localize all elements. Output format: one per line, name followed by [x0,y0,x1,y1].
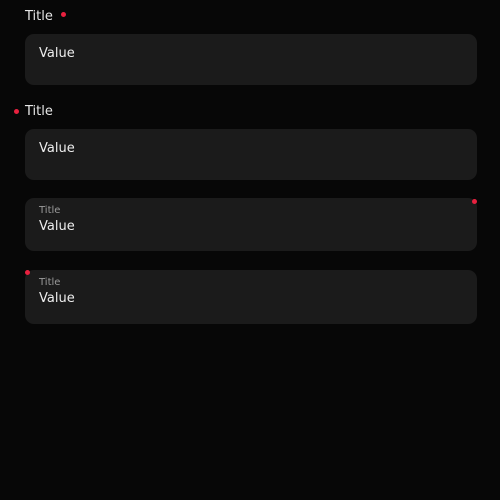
text-field-with-inner-label[interactable]: Title Value [25,270,477,324]
field-inner-title: Title [39,277,61,288]
text-field[interactable]: Value [25,129,477,180]
field-inner-title: Title [39,205,61,216]
required-dot-icon [14,109,19,114]
field-value: Value [39,291,75,306]
required-dot-icon [472,199,477,204]
field-title: Title [25,104,53,119]
text-field[interactable]: Value [25,34,477,85]
text-field-with-inner-label[interactable]: Title Value [25,198,477,251]
field-title: Title [25,9,53,24]
field-value: Value [39,141,75,156]
required-dot-icon [61,12,66,17]
field-value: Value [39,219,75,234]
form-screen: Title Value Title Value Title Value Titl… [0,0,500,500]
field-value: Value [39,46,75,61]
required-dot-icon [25,270,30,275]
